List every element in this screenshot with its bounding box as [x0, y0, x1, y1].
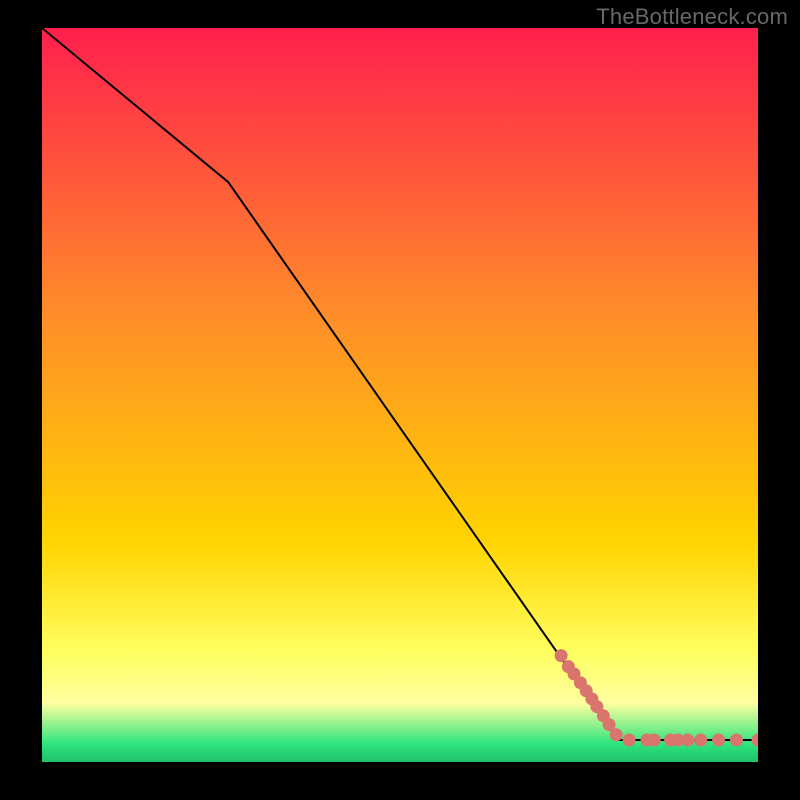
- data-point-marker: [555, 649, 568, 662]
- data-point-marker: [648, 734, 661, 747]
- data-point-marker: [623, 734, 636, 747]
- data-point-marker: [694, 734, 707, 747]
- data-point-marker: [712, 734, 725, 747]
- gradient-background: [42, 28, 758, 762]
- chart-frame: TheBottleneck.com: [0, 0, 800, 800]
- watermark-text: TheBottleneck.com: [596, 4, 788, 30]
- plot-area: [42, 28, 758, 762]
- data-point-marker: [681, 734, 694, 747]
- chart-svg: [42, 28, 758, 762]
- data-point-marker: [610, 728, 623, 741]
- data-point-marker: [730, 734, 743, 747]
